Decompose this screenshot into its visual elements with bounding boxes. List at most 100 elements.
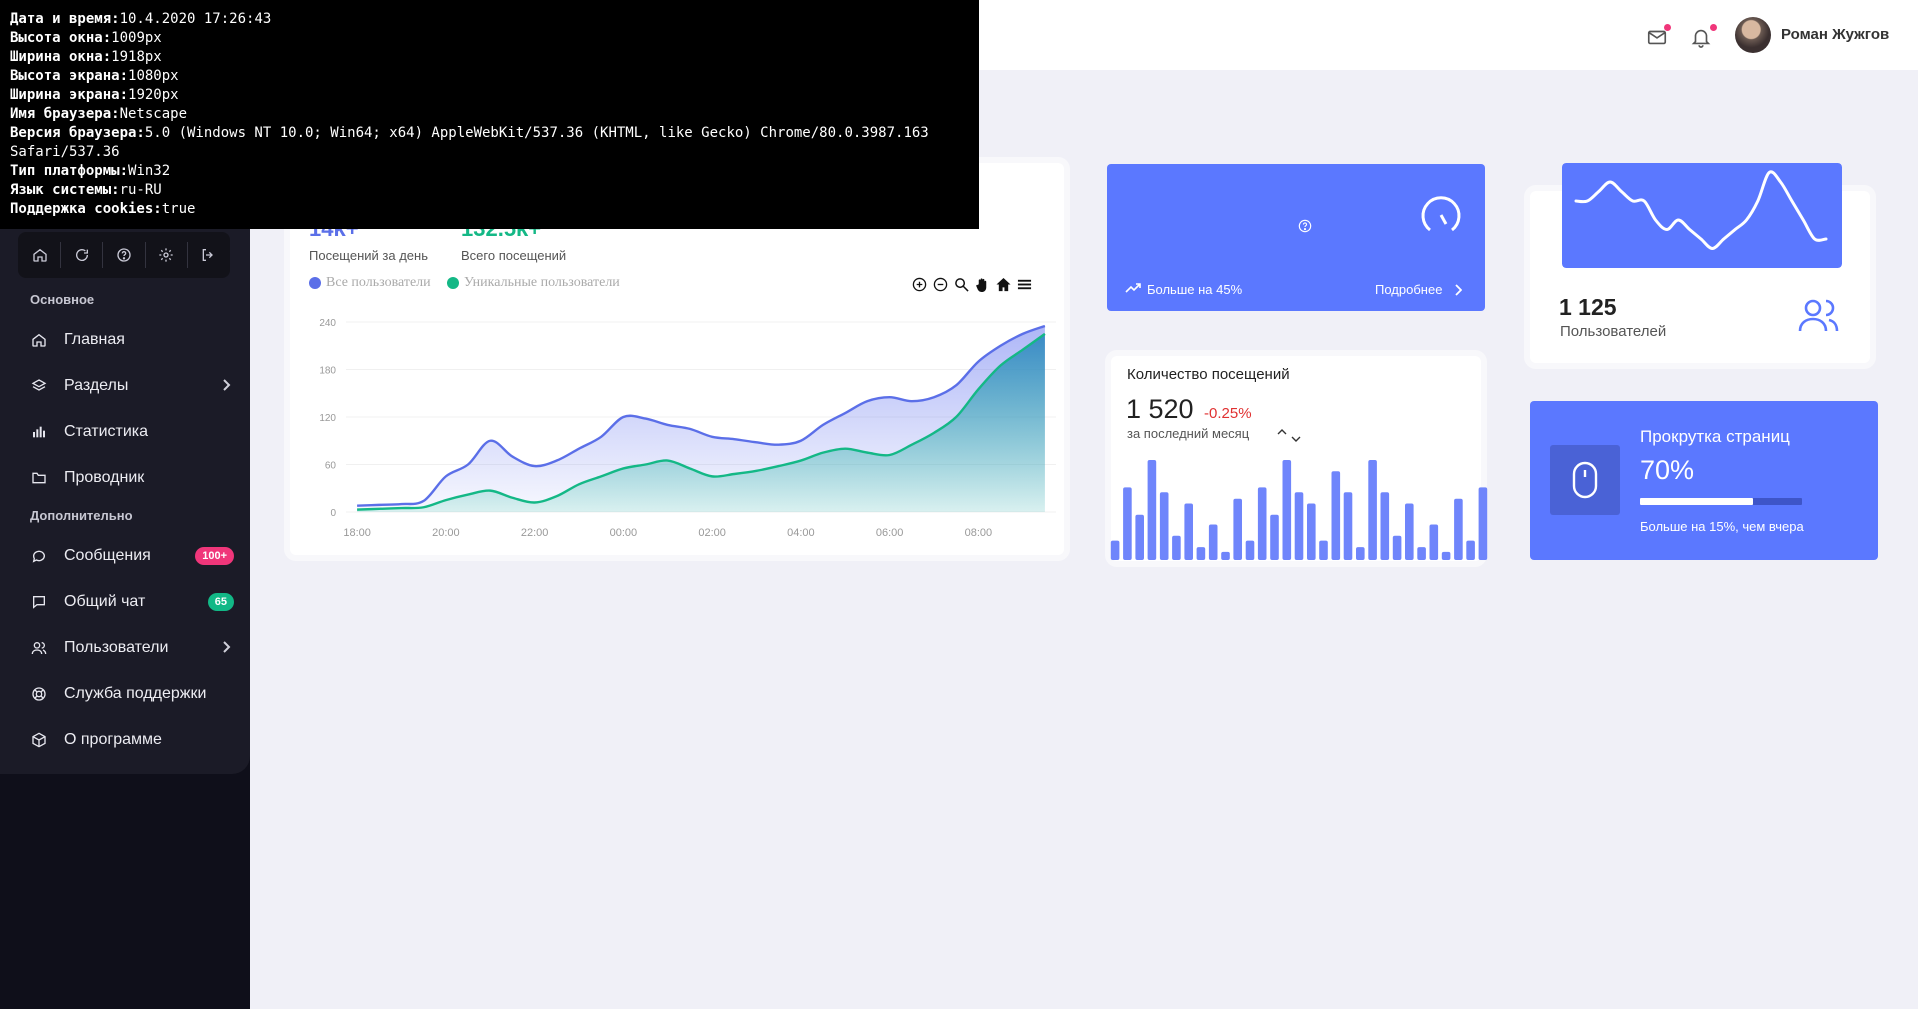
sidebar-toolbar	[18, 232, 230, 278]
sysinfo-label: Высота экрана:	[10, 68, 129, 84]
chevron-up-icon[interactable]	[1277, 423, 1287, 441]
logout-icon[interactable]	[193, 240, 223, 270]
sysinfo-value: ru-RU	[119, 182, 162, 198]
chevron-right-icon[interactable]	[1454, 283, 1463, 301]
x-tick-label: 18:00	[343, 527, 371, 539]
scroll-percent: 70%	[1640, 455, 1695, 485]
sidebar-item-label: Статистика	[64, 423, 149, 440]
users-count: 1 125	[1559, 294, 1617, 320]
mail-notification-dot	[1664, 24, 1671, 31]
bar	[1282, 460, 1292, 560]
bar	[1135, 514, 1144, 560]
layers-icon	[30, 377, 48, 395]
avatar[interactable]	[1735, 17, 1771, 53]
home-icon[interactable]	[25, 240, 55, 270]
settings-icon[interactable]	[151, 240, 181, 270]
sysinfo-value: 1009px	[111, 30, 162, 46]
sysinfo-value: 5.0 (Windows NT 10.0; Win64; x64) AppleW…	[144, 125, 929, 141]
sysinfo-line: Safari/537.36	[10, 143, 979, 162]
sysinfo-line: Поддержка cookies:true	[10, 200, 979, 219]
toolbar-divider	[60, 242, 62, 268]
bar	[1466, 540, 1475, 560]
sysinfo-line: Имя браузера:Netscape	[10, 105, 979, 124]
bar	[1319, 540, 1328, 560]
bar	[1441, 551, 1451, 560]
users-icon	[30, 639, 48, 657]
sidebar-item-label: Главная	[64, 331, 125, 348]
sysinfo-label: Поддержка cookies:	[10, 201, 162, 217]
bar	[1196, 547, 1206, 560]
users-label: Пользователей	[1560, 323, 1667, 340]
pan-hand-icon[interactable]	[974, 276, 990, 292]
sidebar-item-messages[interactable]: Сообщения 100+	[0, 536, 250, 576]
sysinfo-line: Высота окна:1009px	[10, 29, 979, 48]
bar	[1159, 492, 1169, 560]
user-name[interactable]: Роман Жужгов	[1781, 26, 1889, 43]
x-tick-label: 08:00	[965, 527, 993, 539]
bell-icon[interactable]	[1690, 26, 1712, 48]
toolbar-divider	[144, 242, 146, 268]
sidebar-item-home[interactable]: Главная	[0, 320, 250, 360]
y-tick-label: 60	[325, 461, 337, 472]
sysinfo-value: 1918px	[111, 49, 162, 65]
sidebar-item-support[interactable]: Служба поддержки	[0, 674, 250, 714]
chevron-down-icon[interactable]	[1291, 430, 1301, 448]
mouse-icon	[1550, 445, 1620, 515]
sysinfo-label: Ширина экрана:	[10, 87, 129, 103]
zoom-in-icon[interactable]	[911, 276, 927, 292]
sidebar-item-sections[interactable]: Разделы	[0, 366, 250, 406]
bar	[1429, 524, 1439, 560]
trend-label: Больше на 45%	[1147, 282, 1243, 297]
more-link[interactable]: Подробнее	[1375, 282, 1442, 297]
speedometer-icon	[1418, 192, 1464, 243]
sidebar-item-users[interactable]: Пользователи	[0, 628, 250, 668]
sysinfo-value: 1080px	[128, 68, 179, 84]
sidebar-item-general-chat[interactable]: Общий чат 65	[0, 582, 250, 622]
scroll-note: Больше на 15%, чем вчера	[1640, 519, 1804, 534]
chart-x-axis: 18:00 20:00 22:00 00:00 02:00 04:00 06:00 08:00	[343, 527, 992, 539]
zoom-out-icon[interactable]	[932, 276, 948, 292]
help-icon[interactable]	[109, 240, 139, 270]
sidebar-item-label: Сообщения	[64, 547, 151, 564]
bar	[1356, 547, 1365, 560]
legend-item-unique-users[interactable]: Уникальные пользователи	[447, 275, 620, 291]
toolbar-divider	[186, 242, 188, 268]
visits-area-chart: 0 60 120 180 240 18:00 20:00 22:00 00:00 02:00 04…	[319, 318, 1056, 539]
trending-up-icon	[1125, 281, 1141, 299]
y-tick-label: 0	[330, 508, 336, 519]
legend-marker	[447, 277, 459, 289]
y-tick-label: 180	[319, 366, 336, 377]
visits-count-title: Количество посещений	[1127, 366, 1290, 383]
bar	[1478, 487, 1488, 560]
message-square-icon	[30, 593, 48, 611]
home-reset-icon[interactable]	[995, 276, 1011, 292]
magnify-icon[interactable]	[953, 276, 969, 292]
x-tick-label: 00:00	[610, 527, 638, 539]
bar-chart-icon	[30, 423, 48, 441]
scroll-progress-track	[1640, 498, 1802, 505]
x-tick-label: 02:00	[698, 527, 726, 539]
bar	[1380, 492, 1390, 560]
bar	[1294, 492, 1304, 560]
legend-item-all-users[interactable]: Все пользователи	[309, 275, 431, 291]
sysinfo-value: 1920px	[128, 87, 179, 103]
sidebar-item-about[interactable]: О программе	[0, 720, 250, 760]
bar	[1110, 540, 1120, 560]
sysinfo-line: Ширина окна:1918px	[10, 48, 979, 67]
sidebar-item-explorer[interactable]: Проводник	[0, 458, 250, 498]
bar	[1392, 535, 1402, 560]
sidebar-item-label: Общий чат	[64, 593, 146, 610]
y-tick-label: 240	[319, 318, 336, 329]
system-info-overlay: Дата и время:10.4.2020 17:26:43 Высота о…	[0, 0, 979, 229]
total-visits-label: Всего посещений	[461, 248, 567, 263]
y-tick-label: 120	[319, 413, 336, 424]
sidebar-item-statistics[interactable]: Статистика	[0, 412, 250, 452]
legend-label: Уникальные пользователи	[464, 275, 620, 290]
sysinfo-value: true	[161, 201, 196, 217]
sysinfo-line: Тип платформы:Win32	[10, 162, 979, 181]
legend-label: Все пользователи	[326, 275, 431, 290]
visits-bar-chart	[1110, 460, 1488, 560]
sysinfo-label: Высота окна:	[10, 30, 112, 46]
refresh-icon[interactable]	[67, 240, 97, 270]
menu-icon[interactable]	[1016, 276, 1032, 292]
